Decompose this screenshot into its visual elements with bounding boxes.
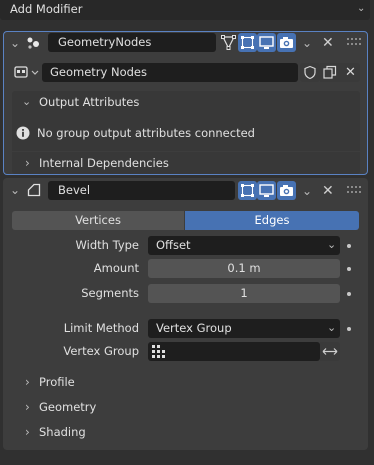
node-group-name-field[interactable]: Geometry Nodes: [42, 63, 298, 82]
render-display-button[interactable]: [277, 33, 296, 52]
chevron-right-icon: ›: [25, 425, 30, 439]
modifier-menu-chevron-icon[interactable]: ⌄: [302, 36, 312, 50]
bevel-icon: [26, 182, 42, 198]
limit-method-value: Vertex Group: [156, 321, 232, 335]
subpanel-shading-label: Shading: [39, 425, 86, 439]
modifier-name-field[interactable]: Bevel: [48, 181, 235, 200]
tab-edges-label: Edges: [254, 213, 290, 227]
edit-mode-toggle-icon[interactable]: [219, 33, 238, 52]
chevron-right-icon: ›: [25, 375, 30, 389]
tab-edges[interactable]: Edges: [185, 211, 359, 230]
limit-method-label: Limit Method: [63, 321, 139, 335]
amount-field[interactable]: 0.1 m: [148, 259, 340, 278]
editmode-button[interactable]: [238, 33, 257, 52]
close-icon[interactable]: ✕: [322, 184, 334, 198]
amount-value: 0.1 m: [227, 261, 261, 275]
node-group-browse-button[interactable]: [12, 63, 42, 82]
tab-vertices-label: Vertices: [75, 213, 121, 227]
chevron-down-icon: ⌄: [327, 238, 337, 251]
segments-field[interactable]: 1: [148, 284, 340, 303]
modifier-menu-chevron-icon[interactable]: ⌄: [302, 184, 312, 198]
internal-dependencies-subpanel[interactable]: › Internal Dependencies: [12, 152, 360, 174]
output-attributes-subpanel[interactable]: ⌄ Output Attributes: [12, 91, 360, 113]
modifier-name-text: Bevel: [58, 183, 91, 197]
keyframe-dot[interactable]: [347, 244, 351, 248]
internal-dependencies-label: Internal Dependencies: [39, 156, 169, 170]
segments-value: 1: [240, 286, 248, 300]
tab-vertices[interactable]: Vertices: [12, 211, 184, 230]
width-type-value: Offset: [156, 238, 191, 252]
segments-label: Segments: [81, 286, 139, 300]
chevron-right-icon: ›: [25, 156, 30, 170]
chevron-right-icon: ›: [25, 400, 30, 414]
add-modifier-dropdown[interactable]: Add Modifier ⌄: [0, 0, 370, 20]
amount-label: Amount: [93, 261, 139, 275]
modifier-name-field[interactable]: GeometryNodes: [48, 33, 216, 52]
info-icon: [16, 126, 30, 140]
chevron-down-icon: ⌄: [22, 95, 32, 108]
geometry-nodes-icon: [26, 36, 42, 50]
viewport-display-button[interactable]: [257, 181, 276, 200]
node-group-name-text: Geometry Nodes: [50, 65, 148, 79]
editmode-button[interactable]: [238, 181, 257, 200]
keyframe-dot[interactable]: [347, 292, 351, 296]
collapse-chevron-icon[interactable]: ⌄: [10, 36, 20, 50]
width-type-label: Width Type: [75, 238, 139, 252]
collapse-chevron-icon[interactable]: ⌄: [10, 183, 20, 197]
no-group-output-attributes-message: No group output attributes connected: [37, 126, 255, 140]
subpanel-geometry[interactable]: › Geometry: [12, 396, 360, 418]
limit-method-dropdown[interactable]: Vertex Group ⌄: [148, 319, 340, 338]
viewport-display-button[interactable]: [257, 33, 276, 52]
drag-handle-icon[interactable]: [347, 186, 361, 194]
add-modifier-label: Add Modifier: [10, 2, 83, 16]
fake-user-shield-icon[interactable]: [300, 63, 320, 82]
keyframe-dot[interactable]: [347, 327, 351, 331]
subpanel-profile[interactable]: › Profile: [12, 371, 360, 393]
subpanel-shading[interactable]: › Shading: [12, 421, 360, 443]
close-icon[interactable]: ✕: [322, 36, 334, 50]
vertex-group-label: Vertex Group: [63, 344, 139, 358]
unlink-close-icon[interactable]: ✕: [340, 63, 360, 82]
drag-handle-icon[interactable]: [347, 38, 361, 46]
vertex-group-icon: [152, 345, 166, 358]
modifier-name-text: GeometryNodes: [58, 35, 152, 49]
chevron-down-icon: ⌄: [357, 3, 366, 14]
chevron-down-icon: ⌄: [327, 321, 337, 334]
keyframe-dot[interactable]: [347, 267, 351, 271]
output-attributes-label: Output Attributes: [39, 95, 140, 109]
duplicate-icon[interactable]: [320, 63, 340, 82]
invert-arrows-icon[interactable]: [320, 342, 340, 361]
subpanel-geometry-label: Geometry: [39, 400, 97, 414]
output-attributes-body: No group output attributes connected: [12, 113, 360, 151]
vertex-group-field[interactable]: [148, 342, 320, 361]
width-type-dropdown[interactable]: Offset ⌄: [148, 236, 340, 255]
render-display-button[interactable]: [277, 181, 296, 200]
subpanel-profile-label: Profile: [39, 375, 75, 389]
